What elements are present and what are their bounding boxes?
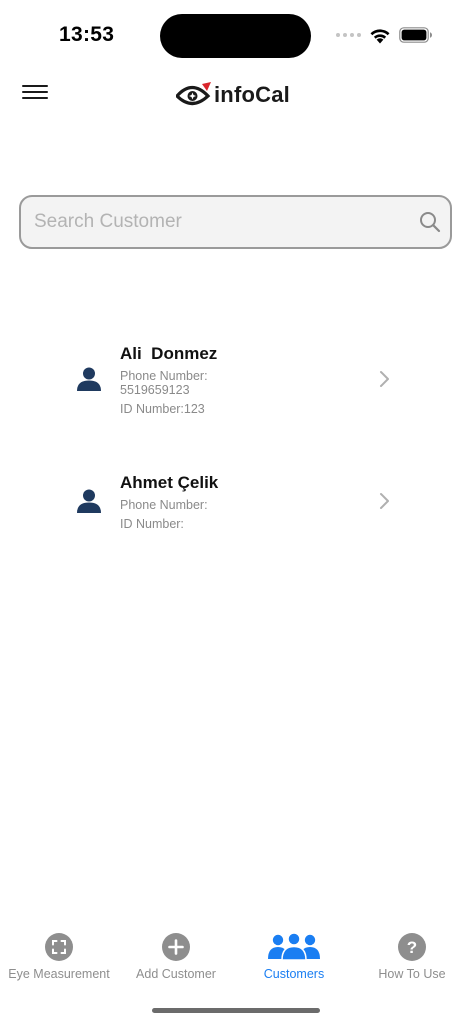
customer-row[interactable]: Ali Donmez Phone Number: 5519659123 ID N… [0,340,471,425]
plus-circle-icon [162,933,190,961]
tab-customers[interactable]: Customers [235,930,353,990]
chevron-right-icon [380,493,389,509]
id-number: ID Number:123 [120,402,205,416]
tab-label: How To Use [378,967,446,981]
cellular-signal-icon [336,33,361,37]
search-icon[interactable] [418,210,442,234]
home-indicator[interactable] [152,1008,320,1013]
search-bar[interactable] [19,195,452,249]
person-icon [77,367,101,391]
phone-value: 5519659123 [120,383,190,397]
scan-frame-icon [45,933,73,961]
tab-label: Eye Measurement [8,967,110,981]
customer-name: Ahmet Çelik [120,473,219,492]
wifi-icon [370,28,390,43]
tab-label: Add Customer [136,967,216,981]
app-logo: infoCal [176,80,290,110]
svg-text:?: ? [407,938,417,957]
hamburger-menu-icon[interactable] [22,82,50,102]
tab-how-to-use[interactable]: ? How To Use [353,930,471,990]
tab-add-customer[interactable]: Add Customer [117,930,235,990]
status-time: 13:53 [59,23,115,46]
battery-icon [399,27,432,43]
dynamic-island [160,14,311,58]
phone-label: Phone Number: [120,369,208,383]
phone-label: Phone Number: [120,498,208,512]
id-number: ID Number: [120,517,184,531]
chevron-right-icon [380,371,389,387]
tab-eye-measurement[interactable]: Eye Measurement [0,930,118,990]
logo-text: infoCal [214,82,290,107]
customer-name: Ali Donmez [120,344,218,363]
person-icon [77,489,101,513]
people-group-icon [268,932,320,961]
question-circle-icon: ? [398,933,426,961]
status-icons [336,26,433,44]
eye-logo-icon [176,82,211,106]
search-input[interactable] [34,197,414,247]
tab-label: Customers [263,967,325,981]
customer-row[interactable]: Ahmet Çelik Phone Number: ID Number: [0,469,471,539]
